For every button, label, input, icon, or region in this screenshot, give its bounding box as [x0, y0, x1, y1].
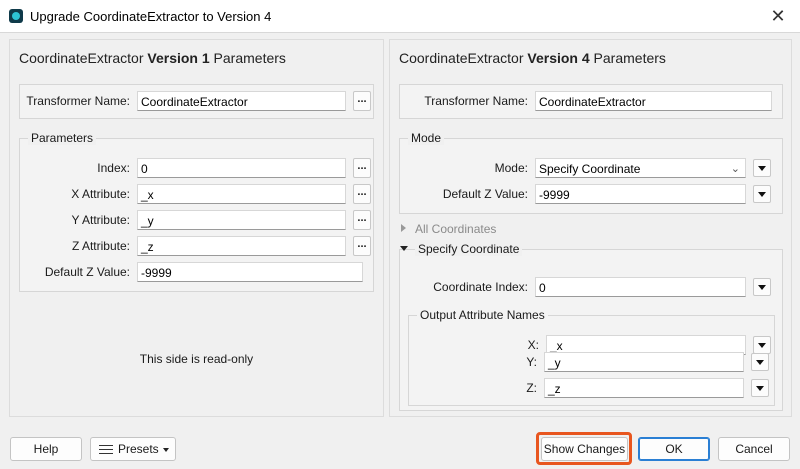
mode-dropdown-button[interactable]	[753, 159, 771, 177]
y-output-dropdown-button[interactable]	[751, 353, 769, 371]
chevron-down-icon: ⌄	[730, 163, 740, 175]
version-1-panel: CoordinateExtractor Version 1 Parameters…	[9, 39, 384, 417]
title-bar: Upgrade CoordinateExtractor to Version 4…	[0, 0, 800, 33]
left-transformer-group: Transformer Name: CoordinateExtractor ..…	[19, 84, 374, 119]
caret-down-icon	[163, 448, 169, 452]
left-default-z-label: Default Z Value:	[44, 265, 130, 279]
mode-select-value: Specify Coordinate	[539, 162, 641, 176]
mode-group: Mode Mode: Specify Coordinate ⌄ Default …	[399, 131, 783, 214]
mode-group-label: Mode	[408, 131, 445, 145]
z-output-dropdown-button[interactable]	[751, 379, 769, 397]
z-output-field[interactable]: _z	[544, 378, 744, 398]
version-4-panel: CoordinateExtractor Version 4 Parameters…	[389, 39, 792, 417]
specify-coordinate-section[interactable]: Specify Coordinate	[415, 242, 523, 256]
right-default-z-label: Default Z Value:	[442, 187, 528, 201]
parameters-group-label: Parameters	[28, 131, 97, 145]
coordinate-index-field[interactable]: 0	[535, 277, 746, 297]
left-transformer-name-field[interactable]: CoordinateExtractor	[137, 91, 346, 111]
y-attribute-label: Y Attribute:	[71, 213, 130, 227]
y-attribute-field[interactable]: _y	[137, 210, 346, 230]
sliders-icon	[99, 443, 113, 455]
index-label: Index:	[97, 161, 130, 175]
mode-select[interactable]: Specify Coordinate ⌄	[535, 158, 746, 178]
z-output-label: Z:	[526, 381, 537, 395]
z-attribute-field[interactable]: _z	[137, 236, 346, 256]
all-coordinates-section[interactable]: All Coordinates	[415, 222, 496, 236]
right-transformer-name-label: Transformer Name:	[424, 94, 528, 108]
cancel-button[interactable]: Cancel	[718, 437, 790, 461]
left-panel-title: CoordinateExtractor Version 1 Parameters	[19, 50, 286, 66]
coordinate-index-dropdown-button[interactable]	[753, 278, 771, 296]
y-output-field[interactable]: _y	[544, 352, 744, 372]
right-default-z-field[interactable]: -9999	[535, 184, 746, 204]
right-transformer-group: Transformer Name: CoordinateExtractor	[399, 84, 783, 119]
z-attribute-label: Z Attribute:	[71, 239, 130, 253]
x-output-label: X:	[527, 338, 539, 352]
index-field[interactable]: 0	[137, 158, 346, 178]
ok-button[interactable]: OK	[638, 437, 710, 461]
expand-right-icon[interactable]	[401, 224, 406, 232]
left-default-z-field[interactable]: -9999	[137, 262, 363, 282]
x-output-dropdown-button[interactable]	[753, 336, 771, 354]
coordinate-index-label: Coordinate Index:	[433, 280, 528, 294]
right-transformer-name-field[interactable]: CoordinateExtractor	[535, 91, 772, 111]
z-attribute-dots-button[interactable]: ...	[353, 236, 371, 256]
x-attribute-dots-button[interactable]: ...	[353, 184, 371, 204]
presets-button[interactable]: Presets	[90, 437, 176, 461]
y-attribute-dots-button[interactable]: ...	[353, 210, 371, 230]
y-output-label: Y:	[526, 355, 537, 369]
readonly-note: This side is read-only	[139, 352, 254, 366]
left-transformer-name-dots-button[interactable]: ...	[353, 91, 371, 111]
x-attribute-field[interactable]: _x	[137, 184, 346, 204]
mode-label: Mode:	[494, 161, 528, 175]
window-title: Upgrade CoordinateExtractor to Version 4	[30, 9, 272, 24]
right-panel-title: CoordinateExtractor Version 4 Parameters	[399, 50, 666, 66]
default-z-dropdown-button[interactable]	[753, 185, 771, 203]
app-icon	[9, 9, 23, 23]
close-icon[interactable]: ✕	[764, 3, 792, 29]
transformer-name-label: Transformer Name:	[26, 94, 130, 108]
x-attribute-label: X Attribute:	[71, 187, 130, 201]
help-button[interactable]: Help	[10, 437, 82, 461]
left-parameters-group: Parameters Index: 0 ... X Attribute: _x …	[19, 131, 374, 292]
show-changes-highlight	[536, 432, 632, 465]
presets-label: Presets	[118, 442, 159, 456]
collapse-down-icon[interactable]	[400, 246, 408, 251]
output-attribute-names-label: Output Attribute Names	[417, 308, 548, 322]
index-dots-button[interactable]: ...	[353, 158, 371, 178]
